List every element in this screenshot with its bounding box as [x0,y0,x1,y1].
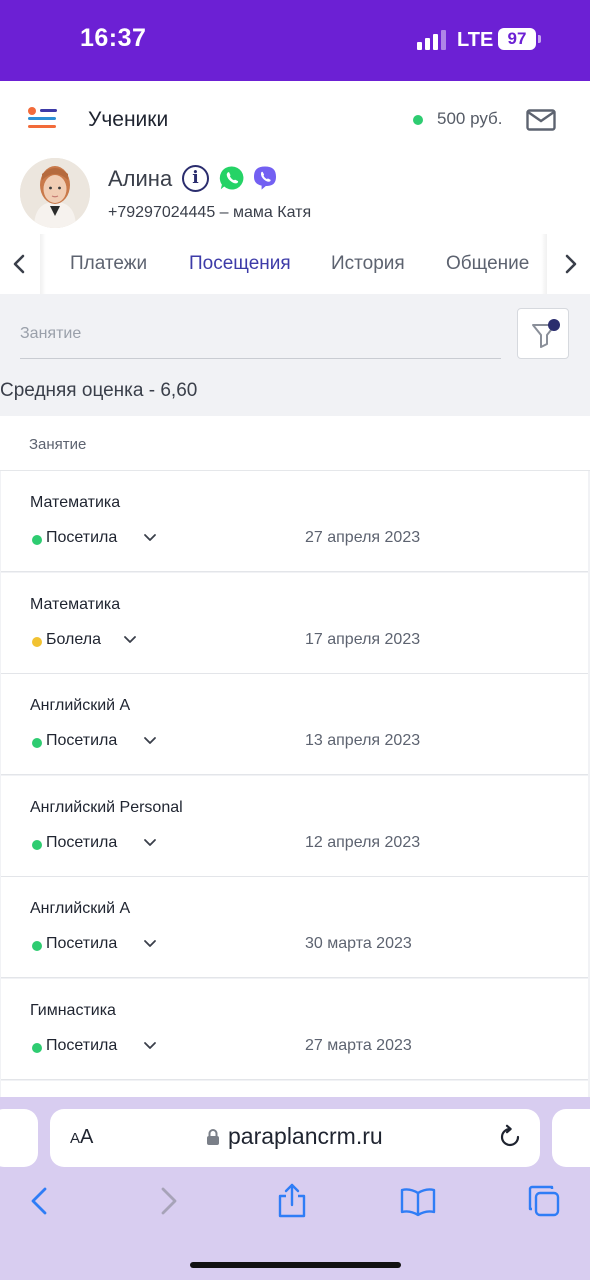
attendance-list: Математика Посетила 27 апреля 2023 Матем… [0,471,590,1097]
visit-date: 27 апреля 2023 [305,529,421,546]
filter-button[interactable] [517,308,569,359]
attendance-row[interactable]: Английский А Посетила 13 апреля 2023 [1,674,588,775]
balance-status-dot [413,115,423,125]
back-icon[interactable] [22,1183,58,1219]
battery-tip [538,35,541,43]
network-type: LTE [457,29,494,51]
table-header: Занятие [0,416,590,471]
filter-area: Занятие Средняя оценка - 6,60 [0,294,590,416]
next-tab-preview[interactable] [552,1109,590,1167]
lesson-filter-input[interactable]: Занятие [20,325,81,343]
info-icon[interactable]: i [182,165,209,192]
address-bar[interactable]: AA paraplancrm.ru [50,1109,540,1167]
tab-scroll-right-icon[interactable] [552,248,588,280]
tab-history[interactable]: История [331,253,405,275]
tab-scroll-left-icon[interactable] [2,248,38,280]
visit-date: 13 апреля 2023 [305,732,421,749]
attendance-row[interactable]: Английский А Посетила 30 марта 2023 [1,877,588,978]
average-score: Средняя оценка - 6,60 [0,380,198,401]
visit-date: 27 марта 2023 [305,1037,412,1054]
student-phone: +79297024445 – мама Катя [108,204,312,221]
status-time: 16:37 [80,24,147,52]
visit-date: 12 апреля 2023 [305,834,421,851]
attendance-row[interactable]: Математика Посетила 27 апреля 2023 [1,471,588,572]
menu-icon[interactable] [28,106,58,132]
forward-icon[interactable] [150,1183,186,1219]
column-header-lesson: Занятие [29,436,87,453]
filter-icon [532,324,556,348]
attendance-row[interactable]: Гимнастика Посетила 27 марта 2023 [1,979,588,1080]
chevron-down-icon[interactable] [143,1037,157,1055]
avatar [20,158,90,228]
chevron-down-icon[interactable] [143,529,157,547]
visit-date: 30 марта 2023 [305,935,412,952]
url-text[interactable]: paraplancrm.ru [228,1123,383,1150]
mail-icon[interactable] [526,109,556,131]
bookmarks-icon[interactable] [400,1183,436,1219]
home-indicator[interactable] [190,1262,401,1268]
page-title: Ученики [88,108,169,131]
status-label: Посетила [46,935,118,952]
chevron-down-icon[interactable] [143,834,157,852]
app-header: Ученики 500 руб. [0,81,590,158]
status-label: Посетила [46,732,118,749]
tab-payments[interactable]: Платежи [70,253,147,275]
viber-icon[interactable] [252,165,278,191]
whatsapp-icon[interactable] [219,165,245,191]
tab-scroll-shadow-right [541,234,547,294]
lesson-name: Математика [30,494,121,511]
status-bar: 16:37 LTE 97 [0,0,590,81]
chevron-down-icon[interactable] [143,732,157,750]
status-label: Болела [46,631,101,648]
tab-visits[interactable]: Посещения [189,253,291,275]
text-size-button[interactable]: AA [70,1126,93,1149]
visit-date: 17 апреля 2023 [305,631,421,648]
chevron-down-icon[interactable] [143,935,157,953]
tabs-bar: Платежи Посещения История Общение [0,234,590,294]
status-label: Посетила [46,1037,118,1054]
filter-active-badge [548,319,560,331]
status-dot [32,535,42,545]
lock-icon [207,1129,219,1145]
lesson-name: Английский А [30,697,131,714]
status-dot [32,1043,42,1053]
tabs-icon[interactable] [526,1183,562,1219]
lesson-name: Английский А [30,900,131,917]
reload-icon[interactable] [497,1124,523,1150]
balance-text: 500 руб. [437,109,503,128]
browser-toolbar: AA paraplancrm.ru [0,1097,590,1280]
attendance-row[interactable]: Английский Personal Посетила 12 апреля 2… [1,776,588,877]
share-icon[interactable] [274,1183,310,1219]
previous-tab-preview[interactable] [0,1109,38,1167]
lesson-name: Гимнастика [30,1002,116,1019]
attendance-row-partial[interactable] [1,1081,588,1097]
status-dot [32,840,42,850]
signal-icon [417,30,447,50]
student-name: Алина [108,166,173,191]
battery-icon: 97 [498,28,536,50]
chevron-down-icon[interactable] [123,631,137,649]
lesson-name: Английский Personal [30,799,183,816]
lesson-name: Математика [30,596,121,613]
tab-scroll-shadow-left [40,234,46,294]
status-dot [32,941,42,951]
tab-communication[interactable]: Общение [446,253,529,275]
status-label: Посетила [46,529,118,546]
attendance-row[interactable]: Математика Болела 17 апреля 2023 [1,573,588,674]
status-dot [32,637,42,647]
status-label: Посетила [46,834,118,851]
status-dot [32,738,42,748]
lesson-filter-underline [20,358,501,359]
